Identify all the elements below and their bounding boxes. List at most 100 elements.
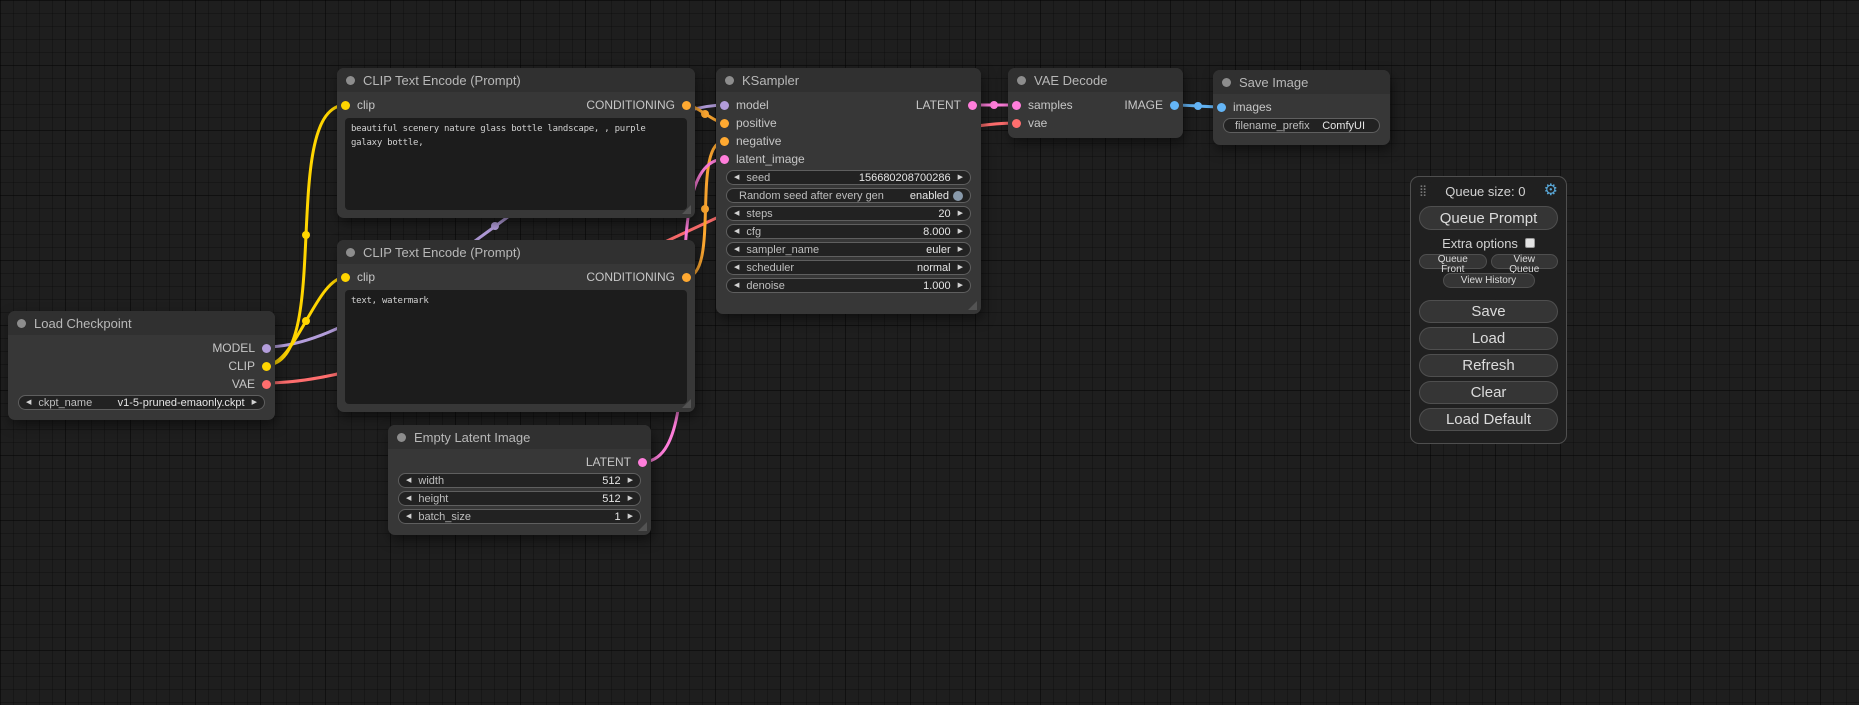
increment-arrow-icon[interactable]: ▶ bbox=[958, 282, 963, 289]
toggle-on-icon[interactable] bbox=[953, 191, 963, 201]
resize-grip-icon[interactable] bbox=[682, 205, 691, 214]
random-seed-toggle-widget[interactable]: Random seed after every gen enabled bbox=[726, 188, 971, 203]
output-slot-clip[interactable]: CLIP bbox=[228, 359, 269, 373]
decrement-arrow-icon[interactable]: ◀ bbox=[734, 246, 739, 253]
collapse-dot-icon[interactable] bbox=[346, 76, 355, 85]
node-clip-text-encode-positive[interactable]: CLIP Text Encode (Prompt) clip CONDITION… bbox=[337, 68, 695, 218]
filename-prefix-text-widget[interactable]: filename_prefix ComfyUI bbox=[1223, 118, 1380, 133]
model-port-icon[interactable] bbox=[262, 344, 271, 353]
output-slot-latent[interactable]: LATENT bbox=[586, 455, 645, 469]
latent-port-icon[interactable] bbox=[720, 155, 729, 164]
ckpt-name-combo-widget[interactable]: ◀ ckpt_name v1-5-pruned-emaonly.ckpt ▶ bbox=[18, 395, 265, 410]
denoise-number-widget[interactable]: ◀ denoise 1.000 ▶ bbox=[726, 278, 971, 293]
height-number-widget[interactable]: ◀ height 512 ▶ bbox=[398, 491, 641, 506]
steps-number-widget[interactable]: ◀ steps 20 ▶ bbox=[726, 206, 971, 221]
save-button[interactable]: Save bbox=[1419, 300, 1558, 323]
refresh-button[interactable]: Refresh bbox=[1419, 354, 1558, 377]
output-slot-latent[interactable]: LATENT bbox=[916, 98, 975, 112]
output-slot-image[interactable]: IMAGE bbox=[1124, 98, 1177, 112]
prompt-textarea[interactable]: text, watermark bbox=[345, 290, 687, 404]
collapse-dot-icon[interactable] bbox=[725, 76, 734, 85]
increment-arrow-icon[interactable]: ▶ bbox=[958, 210, 963, 217]
input-slot-negative[interactable]: negative bbox=[722, 134, 781, 148]
collapse-dot-icon[interactable] bbox=[397, 433, 406, 442]
vae-port-icon[interactable] bbox=[262, 380, 271, 389]
queue-front-button[interactable]: Queue Front bbox=[1419, 254, 1487, 269]
node-ksampler[interactable]: KSampler model LATENT positive bbox=[716, 68, 981, 314]
node-graph-canvas[interactable]: Load Checkpoint MODEL CLIP VAE bbox=[0, 0, 1859, 705]
conditioning-port-icon[interactable] bbox=[682, 101, 691, 110]
resize-grip-icon[interactable] bbox=[682, 399, 691, 408]
sampler-name-combo-widget[interactable]: ◀ sampler_name euler ▶ bbox=[726, 242, 971, 257]
prompt-textarea[interactable]: beautiful scenery nature glass bottle la… bbox=[345, 118, 687, 210]
extra-options-checkbox[interactable] bbox=[1525, 238, 1535, 248]
output-slot-model[interactable]: MODEL bbox=[212, 341, 269, 355]
decrement-arrow-icon[interactable]: ◀ bbox=[734, 210, 739, 217]
clip-port-icon[interactable] bbox=[341, 101, 350, 110]
conditioning-port-icon[interactable] bbox=[682, 273, 691, 282]
view-queue-button[interactable]: View Queue bbox=[1491, 254, 1559, 269]
increment-arrow-icon[interactable]: ▶ bbox=[958, 228, 963, 235]
clear-button[interactable]: Clear bbox=[1419, 381, 1558, 404]
node-title-bar[interactable]: Save Image bbox=[1213, 70, 1390, 94]
collapse-dot-icon[interactable] bbox=[346, 248, 355, 257]
node-title-bar[interactable]: Empty Latent Image bbox=[388, 425, 651, 449]
increment-arrow-icon[interactable]: ▶ bbox=[628, 477, 633, 484]
increment-arrow-icon[interactable]: ▶ bbox=[958, 174, 963, 181]
node-save-image[interactable]: Save Image images filename_prefix ComfyU… bbox=[1213, 70, 1390, 145]
increment-arrow-icon[interactable]: ▶ bbox=[252, 399, 257, 406]
cfg-number-widget[interactable]: ◀ cfg 8.000 ▶ bbox=[726, 224, 971, 239]
decrement-arrow-icon[interactable]: ◀ bbox=[734, 174, 739, 181]
conditioning-port-icon[interactable] bbox=[720, 119, 729, 128]
increment-arrow-icon[interactable]: ▶ bbox=[958, 246, 963, 253]
image-port-icon[interactable] bbox=[1170, 101, 1179, 110]
decrement-arrow-icon[interactable]: ◀ bbox=[734, 264, 739, 271]
decrement-arrow-icon[interactable]: ◀ bbox=[734, 282, 739, 289]
scheduler-combo-widget[interactable]: ◀ scheduler normal ▶ bbox=[726, 260, 971, 275]
input-slot-clip[interactable]: clip bbox=[343, 98, 375, 112]
increment-arrow-icon[interactable]: ▶ bbox=[628, 495, 633, 502]
input-slot-images[interactable]: images bbox=[1219, 100, 1272, 114]
input-slot-model[interactable]: model bbox=[722, 98, 769, 112]
node-title-bar[interactable]: Load Checkpoint bbox=[8, 311, 275, 335]
load-button[interactable]: Load bbox=[1419, 327, 1558, 350]
input-slot-vae[interactable]: vae bbox=[1014, 116, 1047, 130]
decrement-arrow-icon[interactable]: ◀ bbox=[734, 228, 739, 235]
input-slot-latent-image[interactable]: latent_image bbox=[722, 152, 805, 166]
increment-arrow-icon[interactable]: ▶ bbox=[958, 264, 963, 271]
node-empty-latent-image[interactable]: Empty Latent Image LATENT ◀ width 512 ▶ … bbox=[388, 425, 651, 535]
settings-gear-icon[interactable]: ⚙ bbox=[1544, 183, 1558, 199]
resize-grip-icon[interactable] bbox=[638, 522, 647, 531]
increment-arrow-icon[interactable]: ▶ bbox=[628, 513, 633, 520]
output-slot-vae[interactable]: VAE bbox=[232, 377, 269, 391]
node-title-bar[interactable]: VAE Decode bbox=[1008, 68, 1183, 92]
menu-drag-handle-icon[interactable]: ⣿ bbox=[1419, 186, 1427, 197]
node-load-checkpoint[interactable]: Load Checkpoint MODEL CLIP VAE bbox=[8, 311, 275, 420]
model-port-icon[interactable] bbox=[720, 101, 729, 110]
clip-port-icon[interactable] bbox=[262, 362, 271, 371]
collapse-dot-icon[interactable] bbox=[17, 319, 26, 328]
image-port-icon[interactable] bbox=[1217, 103, 1226, 112]
width-number-widget[interactable]: ◀ width 512 ▶ bbox=[398, 473, 641, 488]
decrement-arrow-icon[interactable]: ◀ bbox=[406, 513, 411, 520]
input-slot-samples[interactable]: samples bbox=[1014, 98, 1073, 112]
output-slot-conditioning[interactable]: CONDITIONING bbox=[586, 270, 689, 284]
queue-prompt-button[interactable]: Queue Prompt bbox=[1419, 206, 1558, 230]
node-title-bar[interactable]: CLIP Text Encode (Prompt) bbox=[337, 240, 695, 264]
clip-port-icon[interactable] bbox=[341, 273, 350, 282]
batch-size-number-widget[interactable]: ◀ batch_size 1 ▶ bbox=[398, 509, 641, 524]
collapse-dot-icon[interactable] bbox=[1222, 78, 1231, 87]
vae-port-icon[interactable] bbox=[1012, 119, 1021, 128]
output-slot-conditioning[interactable]: CONDITIONING bbox=[586, 98, 689, 112]
decrement-arrow-icon[interactable]: ◀ bbox=[26, 399, 31, 406]
node-vae-decode[interactable]: VAE Decode samples IMAGE vae bbox=[1008, 68, 1183, 138]
view-history-button[interactable]: View History bbox=[1443, 273, 1535, 288]
collapse-dot-icon[interactable] bbox=[1017, 76, 1026, 85]
latent-port-icon[interactable] bbox=[968, 101, 977, 110]
node-clip-text-encode-negative[interactable]: CLIP Text Encode (Prompt) clip CONDITION… bbox=[337, 240, 695, 412]
node-title-bar[interactable]: CLIP Text Encode (Prompt) bbox=[337, 68, 695, 92]
latent-port-icon[interactable] bbox=[1012, 101, 1021, 110]
node-title-bar[interactable]: KSampler bbox=[716, 68, 981, 92]
seed-number-widget[interactable]: ◀ seed 156680208700286 ▶ bbox=[726, 170, 971, 185]
input-slot-positive[interactable]: positive bbox=[722, 116, 777, 130]
